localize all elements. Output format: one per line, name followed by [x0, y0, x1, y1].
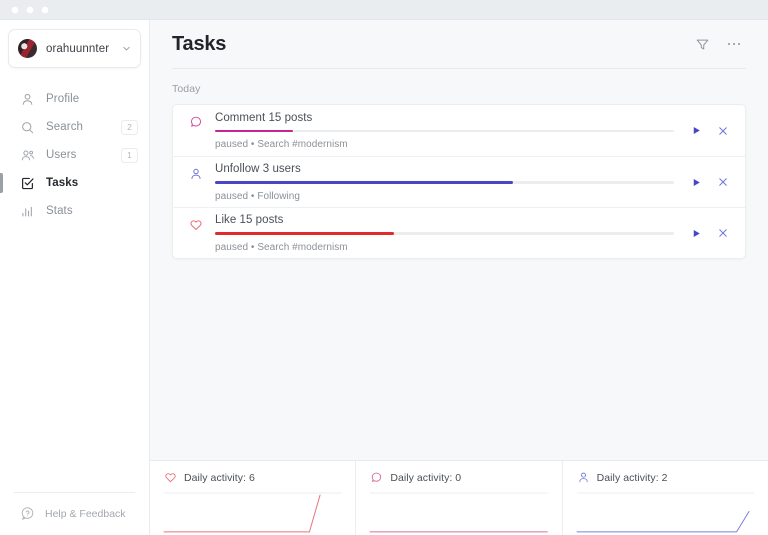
task-title: Comment 15 posts: [215, 112, 674, 124]
task-progress-track: [215, 130, 674, 133]
more-options-icon: [728, 43, 741, 46]
window-minimize-button[interactable]: [26, 6, 34, 14]
users-icon: [20, 148, 35, 163]
task-actions: [688, 174, 731, 191]
filter-button[interactable]: [690, 32, 714, 56]
chevron-down-icon: [122, 44, 131, 53]
sidebar: orahuunnter Profile Search 2: [0, 20, 150, 535]
sidebar-item-users[interactable]: Users 1: [0, 141, 149, 169]
sidebar-nav: Profile Search 2 Users: [0, 85, 149, 225]
heart-icon: [164, 471, 177, 484]
section-label-today: Today: [150, 69, 768, 104]
heart-icon: [189, 218, 203, 232]
window-title-bar: [0, 0, 768, 20]
person-icon: [20, 92, 35, 107]
daily-activity-panels: Daily activity: 6 Daily activity: 0: [150, 460, 768, 535]
help-and-feedback-button[interactable]: Help & Feedback: [0, 506, 149, 521]
sidebar-item-search[interactable]: Search 2: [0, 113, 149, 141]
sidebar-item-label: Search: [46, 121, 121, 133]
sidebar-badge-users: 1: [121, 148, 138, 163]
stat-header: Daily activity: 0: [370, 471, 547, 484]
task-row[interactable]: Like 15 posts paused • Search #modernism: [173, 207, 745, 258]
search-icon: [20, 120, 35, 135]
sidebar-item-stats[interactable]: Stats: [0, 197, 149, 225]
task-row[interactable]: Comment 15 posts paused • Search #modern…: [173, 105, 745, 156]
close-icon[interactable]: [714, 174, 731, 191]
stat-label: Daily activity: 6: [184, 472, 255, 484]
task-row[interactable]: Unfollow 3 users paused • Following: [173, 156, 745, 207]
sidebar-item-label: Tasks: [46, 177, 138, 189]
task-title: Unfollow 3 users: [215, 163, 674, 175]
close-icon[interactable]: [714, 122, 731, 139]
play-icon[interactable]: [688, 174, 705, 191]
question-circle-icon: [20, 506, 35, 521]
sparkline-chart: [577, 491, 754, 535]
bar-chart-icon: [20, 204, 35, 219]
main-content: Tasks Today Comment 15 po: [150, 20, 768, 535]
sidebar-item-tasks[interactable]: Tasks: [0, 169, 149, 197]
comment-icon: [189, 115, 203, 129]
stat-panel-comments: Daily activity: 0: [355, 461, 561, 535]
sidebar-item-label: Stats: [46, 205, 138, 217]
window-zoom-button[interactable]: [41, 6, 49, 14]
task-progress-track: [215, 181, 674, 184]
stat-label: Daily activity: 2: [597, 472, 668, 484]
sidebar-item-label: Users: [46, 149, 121, 161]
person-icon: [189, 167, 203, 181]
help-label: Help & Feedback: [45, 508, 126, 520]
stat-header: Daily activity: 6: [164, 471, 341, 484]
play-icon[interactable]: [688, 122, 705, 139]
task-body: Unfollow 3 users paused • Following: [215, 162, 674, 202]
sidebar-item-label: Profile: [46, 93, 138, 105]
close-icon[interactable]: [714, 225, 731, 242]
task-body: Like 15 posts paused • Search #modernism: [215, 213, 674, 253]
play-icon[interactable]: [688, 225, 705, 242]
app-window: orahuunnter Profile Search 2: [0, 0, 768, 535]
avatar: [18, 39, 37, 58]
main-header: Tasks: [150, 20, 768, 68]
window-close-button[interactable]: [11, 6, 19, 14]
sidebar-divider: [14, 492, 135, 493]
account-name: orahuunnter: [46, 43, 122, 55]
stat-panel-likes: Daily activity: 6: [150, 461, 355, 535]
stat-panel-follows: Daily activity: 2: [562, 461, 768, 535]
sidebar-footer: Help & Feedback: [0, 492, 149, 535]
person-icon: [577, 471, 590, 484]
sidebar-item-profile[interactable]: Profile: [0, 85, 149, 113]
sidebar-badge-search: 2: [121, 120, 138, 135]
task-subtitle: paused • Search #modernism: [215, 139, 674, 150]
task-subtitle: paused • Search #modernism: [215, 242, 674, 253]
task-progress-track: [215, 232, 674, 235]
task-actions: [688, 122, 731, 139]
task-check-icon: [20, 176, 35, 191]
stat-label: Daily activity: 0: [390, 472, 461, 484]
stat-header: Daily activity: 2: [577, 471, 754, 484]
task-list: Comment 15 posts paused • Search #modern…: [172, 104, 746, 259]
filter-icon: [695, 37, 710, 52]
task-body: Comment 15 posts paused • Search #modern…: [215, 111, 674, 151]
more-options-button[interactable]: [722, 32, 746, 56]
task-actions: [688, 225, 731, 242]
task-progress-fill: [215, 181, 513, 184]
task-subtitle: paused • Following: [215, 191, 674, 202]
page-title: Tasks: [172, 33, 690, 56]
task-title: Like 15 posts: [215, 214, 674, 226]
sparkline-chart: [370, 491, 547, 535]
comment-icon: [370, 471, 383, 484]
task-progress-fill: [215, 130, 293, 133]
sparkline-chart: [164, 491, 341, 535]
account-switcher[interactable]: orahuunnter: [8, 29, 141, 68]
task-progress-fill: [215, 232, 394, 235]
